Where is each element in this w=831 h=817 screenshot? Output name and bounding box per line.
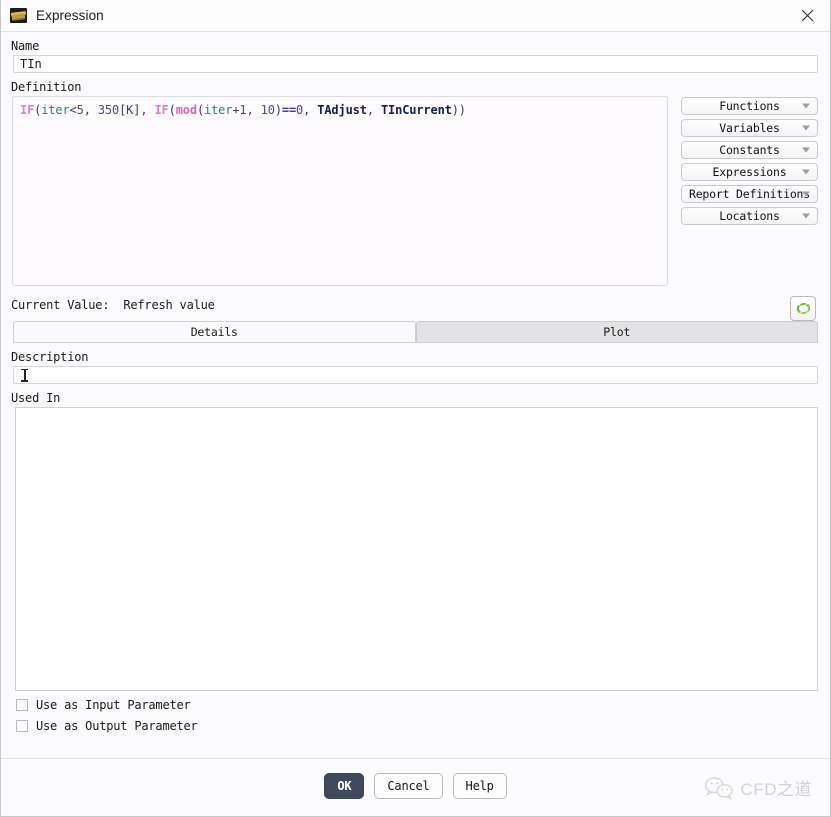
text-cursor-icon [21, 368, 28, 382]
expr-token: 5 [76, 103, 84, 117]
dropdown-label: Expressions [712, 165, 787, 179]
dropdown-label: Report Definitions [688, 187, 811, 201]
definition-editor[interactable]: IF(iter<5, 350[K], IF(mod(iter+1, 10)==0… [12, 96, 668, 286]
expr-token: iter [204, 103, 233, 117]
tab-label: Details [190, 325, 238, 339]
tab-plot[interactable]: Plot [415, 321, 818, 342]
dropdown-label: Variables [719, 121, 780, 135]
dropdown-variables[interactable]: Variables [681, 119, 818, 137]
checkbox-row-use-as-input-parameter[interactable]: Use as Input Parameter [16, 698, 830, 712]
dropdown-label: Constants [719, 143, 780, 157]
chevron-down-icon [802, 147, 810, 153]
expr-token: < [69, 103, 77, 117]
chevron-down-icon [802, 125, 810, 131]
checkbox-label: Use as Output Parameter [36, 719, 198, 733]
expr-token: ( [168, 103, 176, 117]
chevron-down-icon [802, 103, 810, 109]
description-input[interactable] [13, 366, 818, 384]
name-input-value: TIn [20, 57, 42, 71]
chevron-down-icon [802, 213, 810, 219]
dialog-footer: OK Cancel Help CFD之道 [1, 758, 830, 816]
expr-token: mod [175, 103, 197, 117]
details-tab-panel [13, 342, 818, 343]
insert-dropdown-group: Functions Variables Constants Expressions Re… [681, 96, 818, 286]
expr-token: , [246, 103, 261, 117]
name-input[interactable]: TIn [13, 55, 818, 73]
dropdown-locations[interactable]: Locations [681, 207, 818, 225]
dropdown-functions[interactable]: Functions [681, 97, 818, 115]
tab-bar: Details Plot [13, 321, 818, 342]
window-title: Expression [36, 8, 104, 23]
expr-token: 350 [97, 103, 120, 117]
definition-expression: IF(iter<5, 350[K], IF(mod(iter+1, 10)==0… [20, 103, 660, 118]
cancel-button[interactable]: Cancel [374, 773, 443, 799]
expr-token: TInCurrent [380, 103, 452, 117]
expr-token: ( [196, 103, 205, 117]
checkbox-use-as-output-parameter[interactable] [16, 720, 28, 732]
expr-token: IF [154, 103, 169, 117]
refresh-glyph [796, 303, 810, 314]
expr-token: 1 [239, 103, 247, 117]
close-icon[interactable] [785, 0, 830, 31]
expr-token: , [366, 103, 381, 117]
dropdown-label: Locations [719, 209, 780, 223]
checkbox-row-use-as-output-parameter[interactable]: Use as Output Parameter [16, 719, 830, 733]
expr-token: ) [274, 103, 282, 117]
help-button[interactable]: Help [452, 773, 507, 799]
dropdown-expressions[interactable]: Expressions [681, 163, 818, 181]
ok-button[interactable]: OK [324, 773, 365, 799]
expr-token: , [140, 103, 155, 117]
used-in-list[interactable] [15, 407, 818, 691]
dropdown-constants[interactable]: Constants [681, 141, 818, 159]
dropdown-label: Functions [719, 99, 780, 113]
tab-label: Plot [603, 325, 631, 339]
footer-button-row: OK Cancel Help [1, 773, 830, 799]
name-label: Name [11, 39, 40, 53]
definition-row: IF(iter<5, 350[K], IF(mod(iter+1, 10)==0… [12, 96, 818, 286]
title-bar: Expression [1, 0, 830, 32]
chevron-down-icon [802, 191, 810, 197]
current-value-row: Current Value: Refresh value [11, 295, 830, 321]
expression-stack-icon [10, 8, 27, 23]
used-in-label: Used In [11, 391, 61, 405]
expr-token: == [281, 103, 297, 117]
definition-label: Definition [11, 80, 82, 94]
expr-token: , [83, 103, 98, 117]
expr-token: [K] [119, 103, 141, 117]
expr-token: )) [451, 103, 466, 117]
expr-token: 10 [260, 103, 275, 117]
description-label: Description [11, 350, 89, 364]
checkbox-label: Use as Input Parameter [36, 698, 191, 712]
dropdown-report-definitions[interactable]: Report Definitions [681, 185, 818, 203]
checkbox-use-as-input-parameter[interactable] [16, 699, 28, 711]
parameter-checkbox-group: Use as Input Parameter Use as Output Para… [1, 698, 830, 733]
button-label: Help [465, 779, 494, 793]
current-value-text: Refresh value [123, 298, 215, 312]
dialog-body: Name TIn Definition IF(iter<5, 350[K], I… [1, 39, 830, 733]
expr-token: IF [20, 103, 35, 117]
expr-token: TAdjust [317, 103, 367, 117]
button-label: OK [337, 779, 352, 793]
current-value-label: Current Value: [11, 298, 110, 312]
refresh-icon[interactable] [790, 296, 816, 321]
expr-token: iter [41, 103, 70, 117]
tab-details[interactable]: Details [13, 321, 416, 342]
button-label: Cancel [387, 779, 430, 793]
chevron-down-icon [802, 169, 810, 175]
expression-dialog: Expression Name TIn Definition IF(iter<5… [0, 0, 831, 817]
expr-token: , [303, 103, 318, 117]
